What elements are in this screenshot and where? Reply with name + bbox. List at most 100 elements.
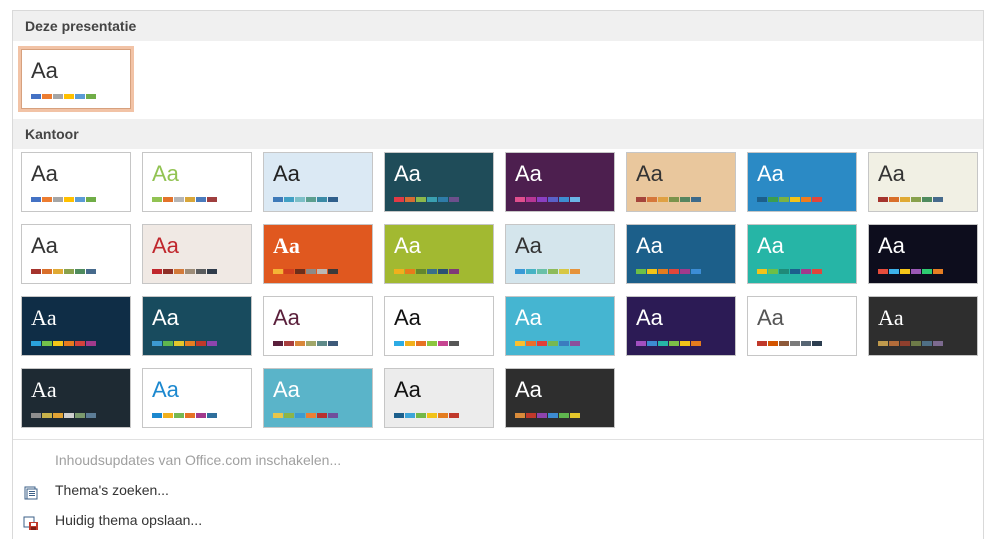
color-swatch	[75, 413, 85, 418]
theme-preview-text: Aa	[636, 305, 663, 330]
theme-thumbnail[interactable]: Aa	[626, 152, 736, 212]
color-swatch	[207, 413, 217, 418]
theme-preview-text: Aa	[757, 161, 784, 186]
theme-thumbnail[interactable]: Aa	[142, 368, 252, 428]
theme-color-swatches	[31, 341, 97, 346]
theme-color-swatches	[757, 341, 823, 346]
color-swatch	[636, 197, 646, 202]
color-swatch	[801, 341, 811, 346]
theme-thumbnail[interactable]: Aa	[263, 224, 373, 284]
theme-color-swatches	[515, 197, 581, 202]
color-swatch	[284, 269, 294, 274]
theme-thumbnail[interactable]: Aa	[142, 152, 252, 212]
theme-preview-text: Aa	[31, 305, 57, 330]
color-swatch	[570, 197, 580, 202]
theme-thumbnail[interactable]: Aa	[626, 296, 736, 356]
color-swatch	[515, 197, 525, 202]
color-swatch	[317, 269, 327, 274]
theme-thumbnail[interactable]: Aa	[263, 296, 373, 356]
theme-thumbnail[interactable]: Aa	[505, 152, 615, 212]
theme-thumbnail[interactable]: Aa	[263, 152, 373, 212]
color-swatch	[427, 341, 437, 346]
color-swatch	[196, 341, 206, 346]
theme-preview-text: Aa	[31, 377, 57, 402]
color-swatch	[658, 341, 668, 346]
color-swatch	[636, 269, 646, 274]
theme-preview-text: Aa	[31, 233, 58, 258]
theme-thumbnail[interactable]: Aa	[505, 224, 615, 284]
theme-thumbnail[interactable]: Aa	[747, 152, 857, 212]
color-swatch	[207, 197, 217, 202]
color-swatch	[174, 269, 184, 274]
color-swatch	[306, 197, 316, 202]
browse-themes-icon	[23, 482, 39, 500]
theme-preview-text: Aa	[515, 305, 542, 330]
color-swatch	[911, 269, 921, 274]
color-swatch	[669, 269, 679, 274]
color-swatch	[273, 197, 283, 202]
color-swatch	[900, 341, 910, 346]
theme-thumbnail[interactable]: Aa	[263, 368, 373, 428]
color-swatch	[515, 413, 525, 418]
theme-color-swatches	[273, 197, 339, 202]
theme-thumbnail[interactable]: Aa	[868, 224, 978, 284]
color-swatch	[669, 341, 679, 346]
color-swatch	[152, 197, 162, 202]
color-swatch	[548, 269, 558, 274]
theme-thumbnail[interactable]: Aa	[21, 224, 131, 284]
save-theme-icon	[23, 512, 39, 530]
color-swatch	[416, 197, 426, 202]
color-swatch	[889, 197, 899, 202]
color-swatch	[933, 269, 943, 274]
color-swatch	[548, 197, 558, 202]
theme-thumbnail[interactable]: Aa	[21, 368, 131, 428]
color-swatch	[922, 197, 932, 202]
theme-thumbnail[interactable]: Aa	[142, 224, 252, 284]
color-swatch	[31, 197, 41, 202]
theme-thumbnail[interactable]: Aa	[626, 224, 736, 284]
theme-thumbnail[interactable]: Aa	[747, 296, 857, 356]
color-swatch	[405, 341, 415, 346]
theme-thumbnail[interactable]: Aa	[21, 296, 131, 356]
theme-color-swatches	[636, 341, 702, 346]
theme-color-swatches	[394, 341, 460, 346]
color-swatch	[757, 341, 767, 346]
color-swatch	[647, 269, 657, 274]
theme-thumbnail[interactable]: Aa	[21, 152, 131, 212]
theme-thumbnail[interactable]: Aa	[142, 296, 252, 356]
color-swatch	[196, 197, 206, 202]
color-swatch	[801, 269, 811, 274]
theme-thumbnail[interactable]: Aa	[384, 296, 494, 356]
theme-thumbnail-current[interactable]: Aa	[21, 49, 131, 109]
color-swatch	[196, 413, 206, 418]
color-swatch	[768, 269, 778, 274]
color-swatch	[647, 197, 657, 202]
color-swatch	[328, 413, 338, 418]
color-swatch	[768, 197, 778, 202]
color-swatch	[31, 94, 41, 99]
color-swatch	[900, 269, 910, 274]
theme-thumbnail[interactable]: Aa	[505, 368, 615, 428]
color-swatch	[174, 197, 184, 202]
theme-thumbnail[interactable]: Aa	[868, 296, 978, 356]
color-swatch	[438, 269, 448, 274]
color-swatch	[438, 341, 448, 346]
color-swatch	[273, 413, 283, 418]
theme-thumbnail[interactable]: Aa	[384, 152, 494, 212]
color-swatch	[537, 197, 547, 202]
color-swatch	[449, 341, 459, 346]
color-swatch	[570, 269, 580, 274]
color-swatch	[900, 197, 910, 202]
theme-thumbnail[interactable]: Aa	[384, 224, 494, 284]
theme-thumbnail[interactable]: Aa	[868, 152, 978, 212]
color-swatch	[889, 269, 899, 274]
theme-thumbnail[interactable]: Aa	[505, 296, 615, 356]
theme-thumbnail[interactable]: Aa	[384, 368, 494, 428]
color-swatch	[42, 94, 52, 99]
color-swatch	[526, 197, 536, 202]
theme-thumbnail[interactable]: Aa	[747, 224, 857, 284]
theme-color-swatches	[152, 413, 218, 418]
theme-preview-text: Aa	[273, 377, 300, 402]
menu-enable-office-updates-label: Inhoudsupdates van Office.com inschakele…	[55, 452, 342, 468]
color-swatch	[295, 269, 305, 274]
